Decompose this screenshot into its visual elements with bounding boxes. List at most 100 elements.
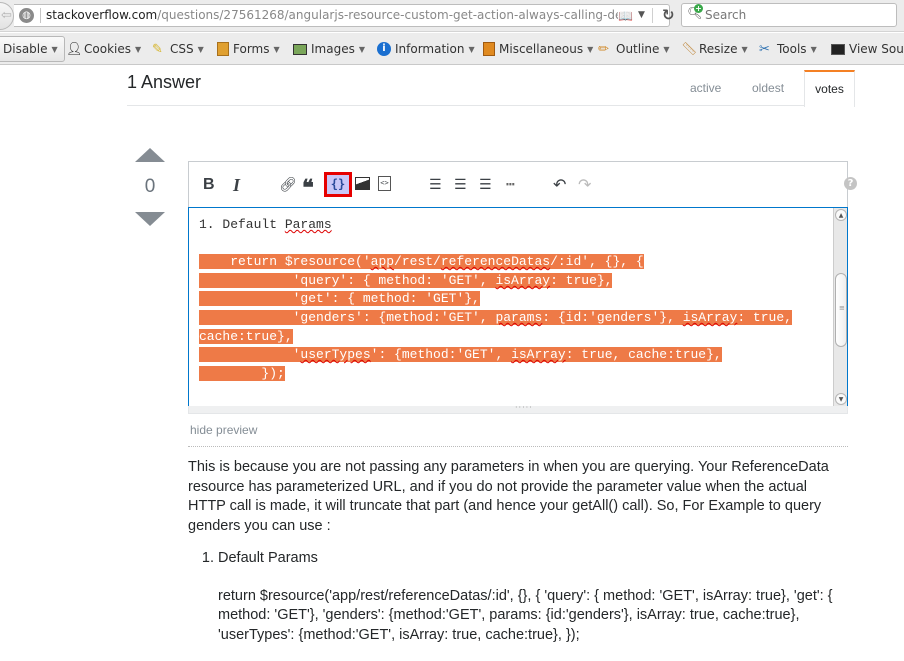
toolbar-outline-menu[interactable]: ✏ Outline ▼	[598, 40, 670, 58]
downvote-button[interactable]	[135, 212, 165, 226]
editor-content[interactable]: 1. Default Params return $resource('app/…	[199, 216, 829, 383]
answer-preview: This is because you are not passing any …	[188, 458, 848, 645]
toolbar-item-label: Outline	[616, 42, 660, 56]
browser-navbar: ⇦ ◍ stackoverflow.com/questions/27561268…	[0, 0, 904, 32]
bulleted-list-icon[interactable]: ☰	[454, 175, 467, 195]
scroll-down-icon[interactable]: ▼	[835, 393, 847, 405]
tab-oldest[interactable]: oldest	[752, 81, 784, 95]
image-icon[interactable]	[355, 177, 370, 190]
chevron-down-icon: ▼	[51, 44, 58, 54]
horizontal-rule-icon[interactable]: ┅	[506, 175, 514, 195]
chevron-down-icon: ▼	[587, 44, 594, 54]
link-icon[interactable]: 🔗︎	[279, 175, 297, 195]
numbered-list-icon[interactable]: ☰	[429, 175, 442, 195]
add-search-engine-icon: +	[694, 4, 703, 13]
toolbar-item-label: Cookies	[84, 42, 131, 56]
upvote-button[interactable]	[135, 148, 165, 162]
redo-icon[interactable]: ↷	[578, 175, 591, 195]
chevron-down-icon: ▼	[358, 44, 365, 54]
undo-icon[interactable]: ↶	[553, 175, 566, 195]
misspelled-word: Params	[284, 217, 332, 232]
answers-count-heading: 1 Answer	[127, 72, 202, 92]
list-item-code-text: return $resource('app/rest/referenceData…	[218, 587, 833, 643]
toolbar-view-source-menu[interactable]: View Source	[831, 40, 904, 58]
chevron-down-icon: ▼	[663, 44, 670, 54]
toolbar-cookies-menu[interactable]: 👤︎ Cookies ▼	[66, 40, 141, 58]
web-developer-toolbar: Disable ▼ 👤︎ Cookies ▼ ✎ CSS ▼ Forms ▼ Images ▼…	[0, 33, 904, 65]
editor-toolbar: B I 🔗︎ ❝ {} <> ☰ ☰ ☰ ┅ ↶ ↷	[188, 161, 848, 207]
terminal-icon	[831, 43, 845, 55]
toolbar-disable-menu[interactable]: Disable ▼	[0, 36, 65, 62]
toolbar-item-label: Miscellaneous	[499, 42, 584, 56]
code-line: 'genders': {method:'GET', params: {id:'g…	[199, 309, 792, 325]
toolbar-item-label: Resize	[699, 42, 738, 56]
italic-button[interactable]: I	[233, 175, 240, 195]
back-arrow-icon: ⇦	[1, 8, 12, 23]
toolbar-item-label: View Source	[849, 42, 904, 56]
chevron-down-icon: ▼	[810, 44, 817, 54]
editor-line-1: 1. Default Params	[199, 217, 332, 232]
help-icon[interactable]: ?	[844, 177, 857, 190]
blockquote-icon[interactable]: ❝	[302, 175, 314, 200]
code-line: cache:true},	[199, 328, 293, 344]
code-sample-button[interactable]: {}	[324, 172, 352, 197]
vote-count: 0	[144, 176, 156, 197]
reload-icon[interactable]: ↻	[662, 6, 675, 24]
editor-resize-handle[interactable]: ·····	[188, 403, 848, 414]
hide-preview-link[interactable]: hide preview	[190, 423, 257, 437]
toolbar-tools-menu[interactable]: ✂ Tools ▼	[759, 40, 817, 58]
toolbar-resize-menu[interactable]: 📏︎ Resize ▼	[681, 40, 748, 58]
toolbar-information-menu[interactable]: i Information ▼	[377, 40, 475, 58]
globe-icon: ◍	[19, 8, 34, 23]
grip-icon: ≡	[839, 304, 845, 312]
toolbar-css-menu[interactable]: ✎ CSS ▼	[152, 40, 204, 58]
toolbar-item-label: Forms	[233, 42, 270, 56]
chevron-down-icon: ▼	[741, 44, 748, 54]
url-bar[interactable]: ◍ stackoverflow.com/questions/27561268/a…	[14, 4, 675, 27]
preview-paragraph: This is because you are not passing any …	[188, 459, 829, 534]
chevron-down-icon: ▼	[197, 44, 204, 54]
toolbar-item-label: Tools	[777, 42, 807, 56]
search-input[interactable]: Search	[705, 8, 746, 22]
clipboard-icon	[217, 42, 229, 56]
chevron-down-icon: ▼	[134, 44, 142, 54]
code-line: 'get': { method: 'GET'},	[199, 291, 480, 307]
pencil-icon: ✏	[598, 42, 609, 57]
info-icon: i	[377, 42, 391, 56]
search-bar[interactable]: 🔍︎ + Search	[681, 3, 897, 27]
url-history-dropdown-icon[interactable]: ▼	[638, 10, 645, 20]
picture-icon	[293, 43, 307, 55]
reader-view-icon[interactable]: 📖	[618, 9, 633, 23]
toolbar-item-label: Disable	[3, 42, 48, 56]
tab-active[interactable]: active	[690, 81, 721, 95]
url-domain: stackoverflow.com	[46, 8, 158, 22]
user-silhouette-icon: 👤︎	[66, 42, 83, 57]
tab-votes[interactable]: votes	[804, 70, 855, 107]
scroll-up-icon[interactable]: ▲	[835, 209, 847, 221]
chevron-down-icon: ▼	[273, 44, 280, 54]
grip-dots-icon: ·····	[515, 403, 533, 412]
magic-wand-icon: ✎	[152, 42, 163, 57]
selected-code-block: return $resource('app/rest/referenceData…	[199, 254, 792, 381]
code-line: 'query': { method: 'GET', isArray: true}…	[199, 272, 613, 288]
preview-divider	[188, 446, 848, 447]
toolbar-item-label: CSS	[170, 42, 194, 56]
toolbar-miscellaneous-menu[interactable]: Miscellaneous ▼	[483, 40, 593, 58]
back-button[interactable]: ⇦	[0, 2, 14, 30]
url-path: /questions/27561268/angularjs-resource-c…	[157, 8, 618, 22]
preview-list: Default Params return $resource('app/res…	[188, 549, 848, 645]
list-item-title: Default Params	[218, 550, 318, 566]
scrollbar-thumb[interactable]: ≡	[835, 273, 847, 347]
code-line: 'userTypes': {method:'GET', isArray: tru…	[199, 347, 722, 363]
answer-editor-textarea[interactable]: 1. Default Params return $resource('app/…	[188, 207, 848, 407]
bold-button[interactable]: B	[203, 175, 215, 195]
book-icon	[483, 42, 495, 56]
url-text[interactable]: stackoverflow.com/questions/27561268/ang…	[46, 8, 618, 22]
toolbar-forms-menu[interactable]: Forms ▼	[217, 40, 280, 58]
tools-icon: ✂	[759, 42, 770, 57]
editor-scrollbar[interactable]: ▲ ≡ ▼	[833, 208, 847, 406]
snippet-icon[interactable]: <>	[378, 176, 391, 191]
toolbar-images-menu[interactable]: Images ▼	[293, 40, 365, 58]
preview-list-item: Default Params return $resource('app/res…	[218, 549, 848, 645]
heading-icon[interactable]: ☰	[479, 175, 492, 195]
